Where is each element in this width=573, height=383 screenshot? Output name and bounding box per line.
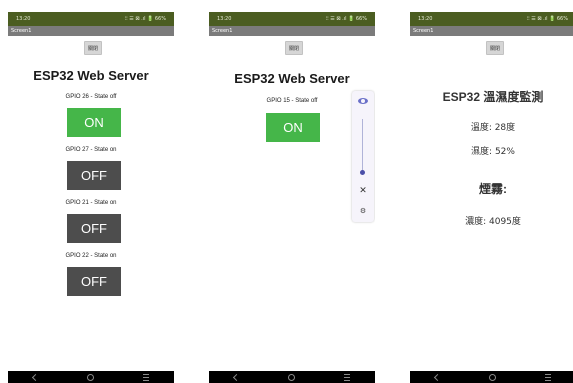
close-button[interactable]: 關閉 xyxy=(84,41,102,55)
phone-screen-gpio-list: 13:20 ⁝⁝ ☰ ⊠ .ıl 🔋 66% Screen1 關閉 ESP32 … xyxy=(8,12,174,383)
status-time: 13:20 xyxy=(16,16,31,22)
eye-icon[interactable] xyxy=(358,98,368,104)
settings-icon[interactable]: ⚙ xyxy=(358,206,368,216)
status-bar: 13:20 ⁝⁝ ☰ ⊠ .ıl 🔋 66% xyxy=(8,12,174,26)
temperature-reading: 溫度: 28度 xyxy=(470,123,516,133)
screen-title-bar: Screen1 xyxy=(410,26,573,36)
screen-title-bar: Screen1 xyxy=(209,26,375,36)
gpio-22-toggle-button[interactable]: OFF xyxy=(67,267,121,296)
gpio-15-label: GPIO 15 - State off xyxy=(266,98,318,104)
recents-icon[interactable] xyxy=(344,373,351,381)
screen-title: Screen1 xyxy=(413,28,434,34)
volume-panel: ✕ ⚙ xyxy=(352,91,374,222)
phone-screen-sensor-monitor: 13:20 ⁝⁝ ☰ ⊠ .ıl 🔋 66% Screen1 關閉 ESP32 … xyxy=(410,12,573,383)
status-bar: 13:20 ⁝⁝ ☰ ⊠ .ıl 🔋 66% xyxy=(209,12,375,26)
humidity-reading: 濕度: 52% xyxy=(471,147,515,157)
status-icons: ⁝⁝ ☰ ⊠ .ıl 🔋 66% xyxy=(124,16,166,22)
screen-title-bar: Screen1 xyxy=(8,26,174,36)
gpio-27-label: GPIO 27 - State on xyxy=(65,147,117,153)
back-icon[interactable] xyxy=(31,373,39,381)
gpio-15-toggle-button[interactable]: ON xyxy=(266,113,320,142)
recents-icon[interactable] xyxy=(545,373,552,381)
concentration-reading: 濃度: 4095度 xyxy=(465,217,521,227)
close-button[interactable]: 關閉 xyxy=(285,41,303,55)
status-icons: ⁝⁝ ☰ ⊠ .ıl 🔋 66% xyxy=(526,16,568,22)
status-icons: ⁝⁝ ☰ ⊠ .ıl 🔋 66% xyxy=(325,16,367,22)
gpio-21-toggle-button[interactable]: OFF xyxy=(67,214,121,243)
volume-slider-track[interactable] xyxy=(362,119,363,171)
volume-slider-knob[interactable] xyxy=(360,170,365,175)
gpio-26-label: GPIO 26 - State off xyxy=(65,94,117,100)
gpio-21-label: GPIO 21 - State on xyxy=(65,200,117,206)
home-icon[interactable] xyxy=(86,373,94,381)
screen-title: Screen1 xyxy=(11,28,32,34)
page-title: ESP32 溫濕度監測 xyxy=(442,90,544,104)
navigation-bar xyxy=(410,371,573,383)
home-icon[interactable] xyxy=(488,373,496,381)
gpio-27-toggle-button[interactable]: OFF xyxy=(67,161,121,190)
gpio-26-toggle-button[interactable]: ON xyxy=(67,108,121,137)
back-icon[interactable] xyxy=(232,373,240,381)
navigation-bar xyxy=(209,371,375,383)
status-bar: 13:20 ⁝⁝ ☰ ⊠ .ıl 🔋 66% xyxy=(410,12,573,26)
screen-title: Screen1 xyxy=(212,28,233,34)
status-time: 13:20 xyxy=(418,16,433,22)
home-icon[interactable] xyxy=(287,373,295,381)
back-icon[interactable] xyxy=(433,373,441,381)
recents-icon[interactable] xyxy=(143,373,150,381)
phone-screen-single-gpio: 13:20 ⁝⁝ ☰ ⊠ .ıl 🔋 66% Screen1 關閉 ESP32 … xyxy=(209,12,375,383)
page-title: ESP32 Web Server xyxy=(234,71,350,86)
status-time: 13:20 xyxy=(217,16,232,22)
gpio-22-label: GPIO 22 - State on xyxy=(65,253,117,259)
page-title: ESP32 Web Server xyxy=(33,68,149,83)
smoke-heading: 煙霧: xyxy=(479,182,507,196)
navigation-bar xyxy=(8,371,174,383)
close-button[interactable]: 關閉 xyxy=(486,41,504,55)
mute-icon[interactable]: ✕ xyxy=(358,186,368,196)
